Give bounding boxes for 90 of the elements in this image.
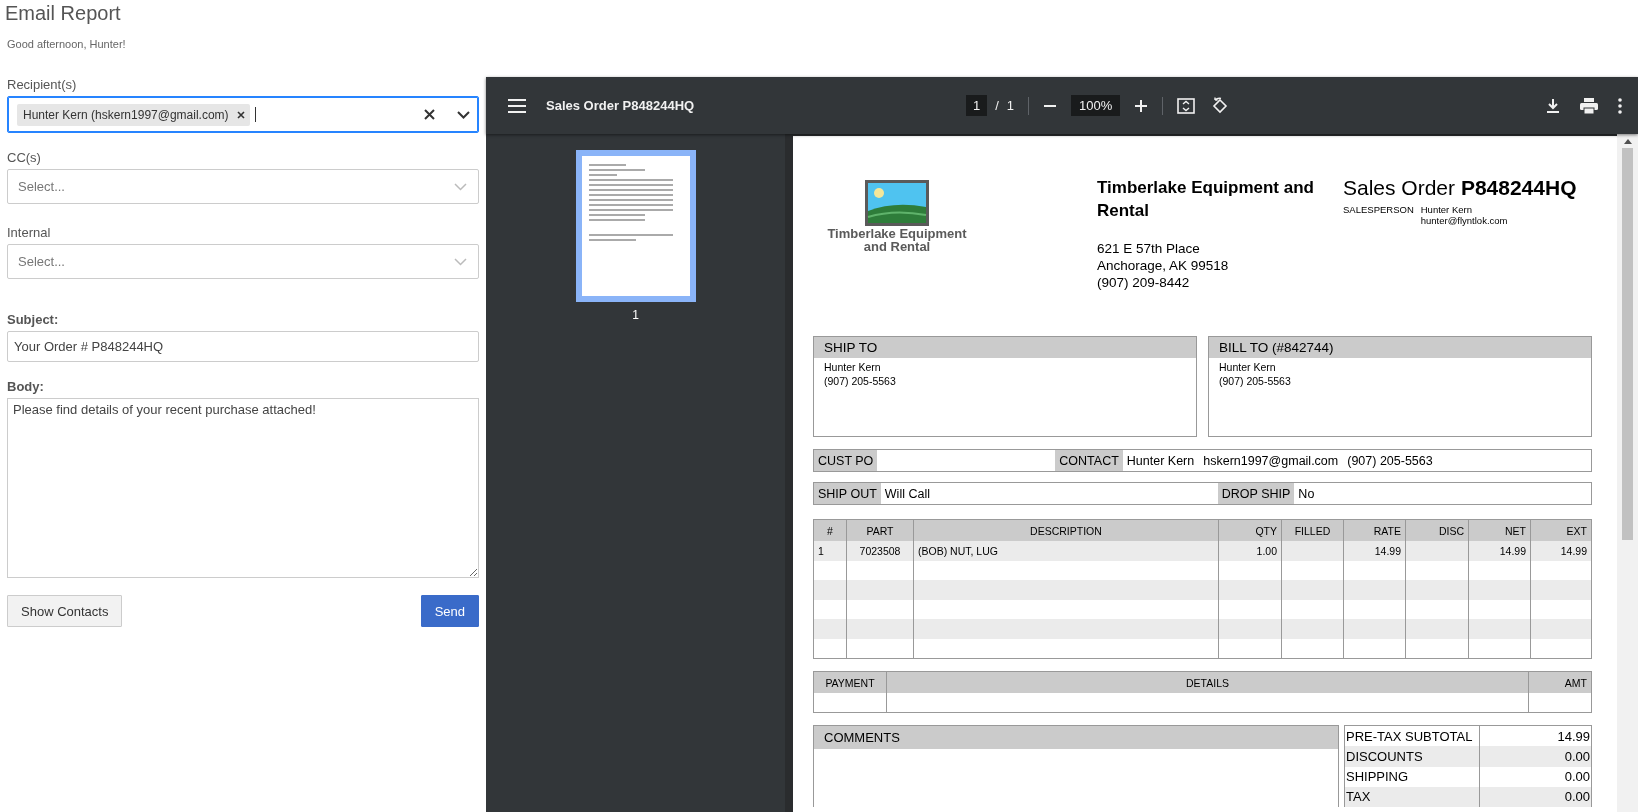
total-value: 0.00: [1479, 766, 1592, 787]
address-line: (907) 205-5563: [824, 374, 897, 388]
page-thumbnail[interactable]: [575, 150, 696, 302]
address-line: Hunter Kern: [824, 360, 882, 374]
column-header: RATE: [1343, 519, 1406, 541]
salesperson-name: Hunter Kern: [1420, 204, 1473, 215]
info-label: CUST PO: [814, 450, 878, 471]
field-label: CC(s): [7, 150, 41, 165]
zoom-in-icon[interactable]: [1134, 98, 1149, 113]
fit-page-icon[interactable]: [1177, 97, 1196, 114]
column-header: #: [813, 519, 847, 541]
download-icon[interactable]: [1546, 97, 1560, 114]
total-label: SHIPPING: [1344, 766, 1480, 787]
print-icon[interactable]: [1580, 97, 1598, 114]
clear-icon[interactable]: [424, 109, 435, 120]
table-cell: 1: [813, 541, 847, 561]
total-value: 0.00: [1479, 746, 1592, 767]
column-header: DISC: [1405, 519, 1469, 541]
rotate-icon[interactable]: [1211, 96, 1230, 115]
info-label: SHIP OUT: [814, 483, 881, 504]
total-label: PRE-TAX SUBTOTAL: [1344, 725, 1480, 747]
page-total: 1: [1006, 98, 1015, 113]
zoom-level-input[interactable]: 100%: [1071, 95, 1121, 116]
box-heading: BILL TO (#842744): [1209, 337, 1591, 358]
address-line: (907) 205-5563: [1219, 374, 1292, 388]
company-address-line: (907) 209-8442: [1097, 274, 1191, 291]
box-heading: SHIP TO: [814, 337, 1196, 358]
document-title: Sales Order P848244HQ: [546, 98, 696, 113]
table-cell: 14.99: [1468, 541, 1531, 561]
subject-input[interactable]: Your Order # P848244HQ: [7, 331, 479, 362]
logo-text: and Rental: [863, 240, 931, 253]
total-label: DISCOUNTS: [1344, 746, 1480, 767]
info-value: No: [1298, 486, 1315, 501]
more-icon[interactable]: [1618, 97, 1622, 114]
greeting-text: Good afternoon, Hunter!: [7, 38, 126, 50]
field-label: Internal: [7, 225, 51, 240]
field-label: Recipient(s): [7, 77, 77, 92]
recipients-select[interactable]: Hunter Kern (hskern1997@gmail.com): [7, 96, 479, 133]
info-value: Hunter Kern: [1126, 453, 1195, 468]
company-address-line: Anchorage, AK 99518: [1097, 257, 1230, 274]
column-header: QTY: [1218, 519, 1282, 541]
box-heading: COMMENTS: [814, 726, 1338, 749]
scroll-up-icon[interactable]: [1623, 139, 1632, 144]
show-contacts-button[interactable]: Show Contacts: [7, 595, 123, 627]
salesperson-label: SALESPERSON: [1343, 204, 1414, 215]
salesperson-email: hunter@flyntlok.com: [1420, 215, 1508, 226]
company-address-line: 621 E 57th Place: [1097, 240, 1201, 257]
internal-select[interactable]: Select...: [7, 244, 479, 279]
chevron-down-icon: [454, 258, 467, 266]
info-value: hskern1997@gmail.com: [1203, 453, 1339, 468]
column-header: PAYMENT: [813, 671, 887, 693]
page-separator: /: [995, 98, 999, 113]
chip-label: Hunter Kern (hskern1997@gmail.com): [23, 107, 229, 122]
text-cursor: [254, 107, 256, 122]
cc-select[interactable]: Select...: [7, 169, 479, 204]
field-label: Subject:: [7, 312, 59, 327]
column-header: PART: [846, 519, 914, 541]
table-cell: 1.00: [1218, 541, 1282, 561]
info-label: CONTACT: [1055, 450, 1123, 471]
scrollbar-thumb[interactable]: [1622, 148, 1633, 540]
column-header: EXT: [1530, 519, 1592, 541]
column-header: NET: [1468, 519, 1531, 541]
table-cell: 14.99: [1343, 541, 1406, 561]
info-value: (907) 205-5563: [1347, 453, 1433, 468]
page-number-input[interactable]: 1: [966, 95, 988, 116]
order-title: Sales Order P848244HQ: [1343, 176, 1578, 200]
table-cell: 14.99: [1530, 541, 1592, 561]
page-title: Email Report: [5, 2, 121, 25]
column-header: DETAILS: [886, 671, 1529, 693]
column-header: FILLED: [1281, 519, 1344, 541]
field-label: Body:: [7, 379, 44, 394]
send-button[interactable]: Send: [420, 595, 479, 627]
body-textarea[interactable]: Please find details of your recent purchase attached!: [7, 398, 479, 578]
thumbnail-page-number: 1: [632, 308, 639, 322]
total-value: 0.00: [1479, 786, 1592, 807]
column-header: AMT: [1528, 671, 1592, 693]
table-cell: (BOB) NUT, LUG: [913, 541, 1219, 561]
landscape-icon: [864, 179, 930, 227]
column-header: DESCRIPTION: [913, 519, 1219, 541]
menu-icon[interactable]: [508, 98, 526, 113]
table-cell: 7023508: [846, 541, 914, 561]
total-label: TAX: [1344, 786, 1480, 807]
remove-icon[interactable]: [236, 110, 245, 119]
info-value: Will Call: [884, 486, 930, 501]
chevron-down-icon[interactable]: [457, 110, 470, 119]
company-name: Timberlake Equipment and Rental: [1097, 177, 1315, 222]
logo-text: Timberlake Equipment: [827, 227, 967, 240]
info-label: DROP SHIP: [1217, 483, 1295, 504]
chevron-down-icon: [454, 183, 467, 191]
address-line: Hunter Kern: [1219, 360, 1277, 374]
